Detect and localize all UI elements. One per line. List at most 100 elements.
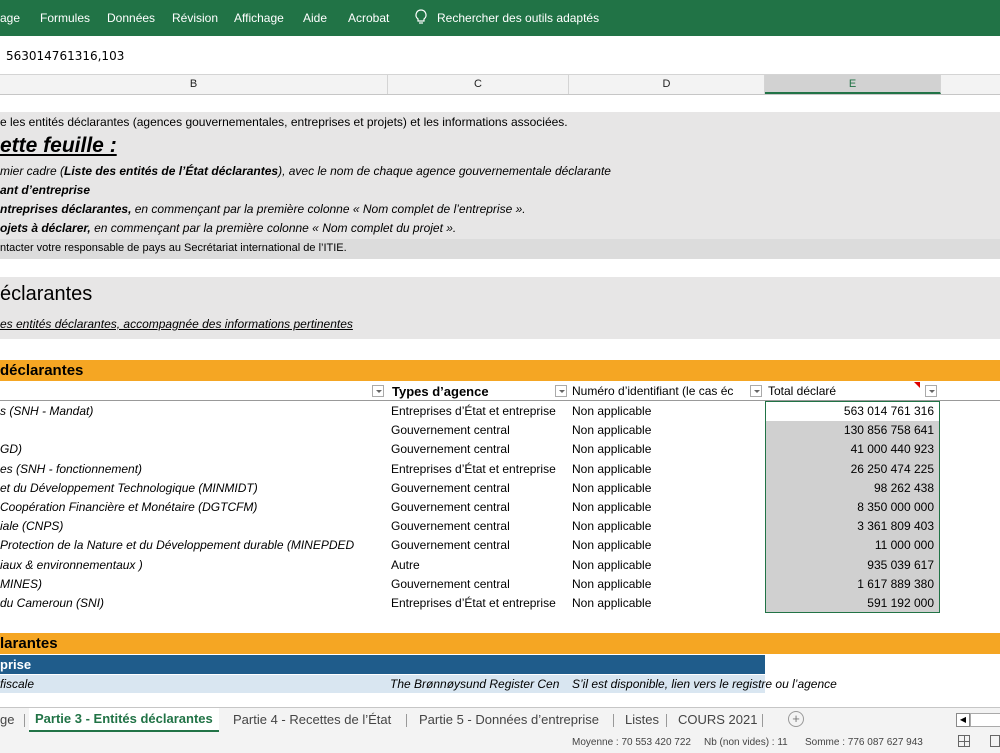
table1-cell-d[interactable]: Non applicable bbox=[572, 440, 762, 458]
table1-cell-e[interactable]: 26 250 474 225 bbox=[765, 460, 934, 478]
table1-cell-d[interactable]: Non applicable bbox=[572, 575, 762, 593]
normal-view-icon[interactable] bbox=[958, 735, 970, 747]
intro-heading: ette feuille : bbox=[0, 134, 117, 157]
scroll-left-icon[interactable]: ◀ bbox=[956, 713, 970, 727]
table2-cell-c[interactable]: The Brønnøysund Register Cen bbox=[390, 677, 570, 691]
sheet-tab-partie2[interactable]: ge bbox=[0, 712, 14, 727]
table1-cell-c[interactable]: Entreprises d’État et entreprise bbox=[391, 402, 569, 420]
table1-cell-e[interactable]: 41 000 440 923 bbox=[765, 440, 934, 458]
header-types: Types d’agence bbox=[392, 384, 489, 399]
column-c-header[interactable]: C bbox=[388, 75, 569, 94]
table1-cell-e[interactable]: 130 856 758 641 bbox=[765, 421, 934, 439]
table1-cell-c[interactable]: Gouvernement central bbox=[391, 440, 569, 458]
table1-cell-b[interactable]: s (SNH - Mandat) bbox=[0, 402, 388, 420]
column-b-header[interactable]: B bbox=[0, 75, 388, 94]
sheet-tab-partie5[interactable]: Partie 5 - Données d’entreprise bbox=[419, 712, 599, 727]
ribbon: age Formules Données Révision Affichage … bbox=[0, 0, 1000, 36]
table1-cell-c[interactable]: Gouvernement central bbox=[391, 536, 569, 554]
table1-cell-e[interactable]: 563 014 761 316 bbox=[765, 402, 934, 420]
column-e-header[interactable]: E bbox=[765, 75, 941, 94]
table2-title: larantes bbox=[0, 635, 58, 652]
table2-title-band bbox=[0, 633, 1000, 654]
comment-marker-icon bbox=[914, 382, 920, 388]
ribbon-tab-revision[interactable]: Révision bbox=[172, 11, 218, 25]
sheet-tab-partie3[interactable]: Partie 3 - Entités déclarantes bbox=[29, 708, 219, 732]
table1-cell-b[interactable]: et du Développement Technologique (MINMI… bbox=[0, 479, 388, 497]
formula-value: 563014761316,103 bbox=[6, 49, 125, 63]
status-sum: Somme : 776 087 627 943 bbox=[805, 737, 923, 748]
instruction-4: ojets à déclarer, en commençant par la p… bbox=[0, 221, 457, 235]
instruction-1: mier cadre (Liste des entités de l’État … bbox=[0, 164, 611, 178]
ribbon-tab-acrobat[interactable]: Acrobat bbox=[348, 11, 389, 25]
table1-cell-b[interactable]: es (SNH - fonctionnement) bbox=[0, 460, 388, 478]
table1-cell-b[interactable]: GD) bbox=[0, 440, 388, 458]
horizontal-scrollbar[interactable] bbox=[970, 713, 1000, 727]
table1-cell-b[interactable]: du Cameroun (SNI) bbox=[0, 594, 388, 612]
table1-title-band bbox=[0, 360, 1000, 381]
ribbon-tab-affichage[interactable]: Affichage bbox=[234, 11, 284, 25]
table1-cell-c[interactable]: Gouvernement central bbox=[391, 421, 569, 439]
table1-cell-c[interactable]: Gouvernement central bbox=[391, 479, 569, 497]
table1-cell-c[interactable]: Entreprises d’État et entreprise bbox=[391, 460, 569, 478]
table1-cell-c[interactable]: Autre bbox=[391, 556, 569, 574]
status-count: Nb (non vides) : 11 bbox=[704, 737, 788, 748]
table1-cell-b[interactable]: Protection de la Nature et du Développem… bbox=[0, 536, 388, 554]
ribbon-tab-aide[interactable]: Aide bbox=[303, 11, 327, 25]
table1-cell-d[interactable]: Non applicable bbox=[572, 498, 762, 516]
filter-dropdown-icon[interactable] bbox=[925, 385, 937, 397]
sheet-tab-listes[interactable]: Listes bbox=[625, 712, 659, 727]
table1-cell-d[interactable]: Non applicable bbox=[572, 517, 762, 535]
sheet-tab-partie4[interactable]: Partie 4 - Recettes de l’État bbox=[233, 712, 391, 727]
table1-cell-e[interactable]: 11 000 000 bbox=[765, 536, 934, 554]
header-total: Total déclaré bbox=[768, 384, 837, 398]
table1-cell-e[interactable]: 8 350 000 000 bbox=[765, 498, 934, 516]
formula-bar[interactable]: 563014761316,103 bbox=[0, 46, 1000, 66]
table2-cell-b[interactable]: fiscale bbox=[0, 677, 34, 691]
add-sheet-icon[interactable]: + bbox=[788, 711, 804, 727]
table1-cell-d[interactable]: Non applicable bbox=[572, 402, 762, 420]
table1-cell-d[interactable]: Non applicable bbox=[572, 479, 762, 497]
column-d-header[interactable]: D bbox=[569, 75, 765, 94]
page-layout-icon[interactable] bbox=[990, 735, 1000, 747]
table1-cell-b[interactable]: Coopération Financière et Monétaire (DGT… bbox=[0, 498, 388, 516]
status-bar: Moyenne : 70 553 420 722 Nb (non vides) … bbox=[0, 732, 1000, 753]
table1-cell-e[interactable]: 1 617 889 380 bbox=[765, 575, 934, 593]
table1-cell-e[interactable]: 591 192 000 bbox=[765, 594, 934, 612]
table1-cell-c[interactable]: Entreprises d’État et entreprise bbox=[391, 594, 569, 612]
status-average: Moyenne : 70 553 420 722 bbox=[572, 737, 691, 748]
table1-cell-b[interactable]: iale (CNPS) bbox=[0, 517, 388, 535]
filter-dropdown-icon[interactable] bbox=[555, 385, 567, 397]
table1-cell-d[interactable]: Non applicable bbox=[572, 421, 762, 439]
table1-cell-e[interactable]: 98 262 438 bbox=[765, 479, 934, 497]
table1-cell-d[interactable]: Non applicable bbox=[572, 460, 762, 478]
sheet-tab-cours[interactable]: COURS 2021 bbox=[678, 712, 757, 727]
section-subtitle: es entités déclarantes, accompagnée des … bbox=[0, 317, 353, 331]
ribbon-tab-page[interactable]: age bbox=[0, 11, 20, 25]
table1-cell-d[interactable]: Non applicable bbox=[572, 536, 762, 554]
worksheet-grid[interactable]: e les entités déclarantes (agences gouve… bbox=[0, 94, 1000, 706]
table1-title: déclarantes bbox=[0, 362, 84, 379]
table1-cell-b[interactable] bbox=[0, 421, 388, 439]
table1-cell-b[interactable]: MINES) bbox=[0, 575, 388, 593]
table1-header-row bbox=[0, 382, 1000, 401]
filter-dropdown-icon[interactable] bbox=[372, 385, 384, 397]
table1-cell-c[interactable]: Gouvernement central bbox=[391, 517, 569, 535]
table2-cell-d[interactable]: S’il est disponible, lien vers le regist… bbox=[572, 677, 837, 691]
table1-cell-b[interactable]: iaux & environnementaux ) bbox=[0, 556, 388, 574]
table1-cell-e[interactable]: 935 039 617 bbox=[765, 556, 934, 574]
instruction-2: ant d’entreprise bbox=[0, 183, 91, 197]
intro-line: e les entités déclarantes (agences gouve… bbox=[0, 115, 568, 129]
table1-cell-d[interactable]: Non applicable bbox=[572, 594, 762, 612]
table1-cell-d[interactable]: Non applicable bbox=[572, 556, 762, 574]
search-tools[interactable]: Rechercher des outils adaptés bbox=[437, 11, 599, 25]
table1-cell-e[interactable]: 3 361 809 403 bbox=[765, 517, 934, 535]
table1-cell-c[interactable]: Gouvernement central bbox=[391, 575, 569, 593]
ribbon-tab-formules[interactable]: Formules bbox=[40, 11, 90, 25]
lightbulb-icon bbox=[415, 9, 427, 24]
ribbon-tab-donnees[interactable]: Données bbox=[107, 11, 155, 25]
column-headers: B C D E bbox=[0, 74, 1000, 95]
table2-header bbox=[0, 655, 765, 674]
intro-block bbox=[0, 112, 1000, 259]
filter-dropdown-icon[interactable] bbox=[750, 385, 762, 397]
table1-cell-c[interactable]: Gouvernement central bbox=[391, 498, 569, 516]
